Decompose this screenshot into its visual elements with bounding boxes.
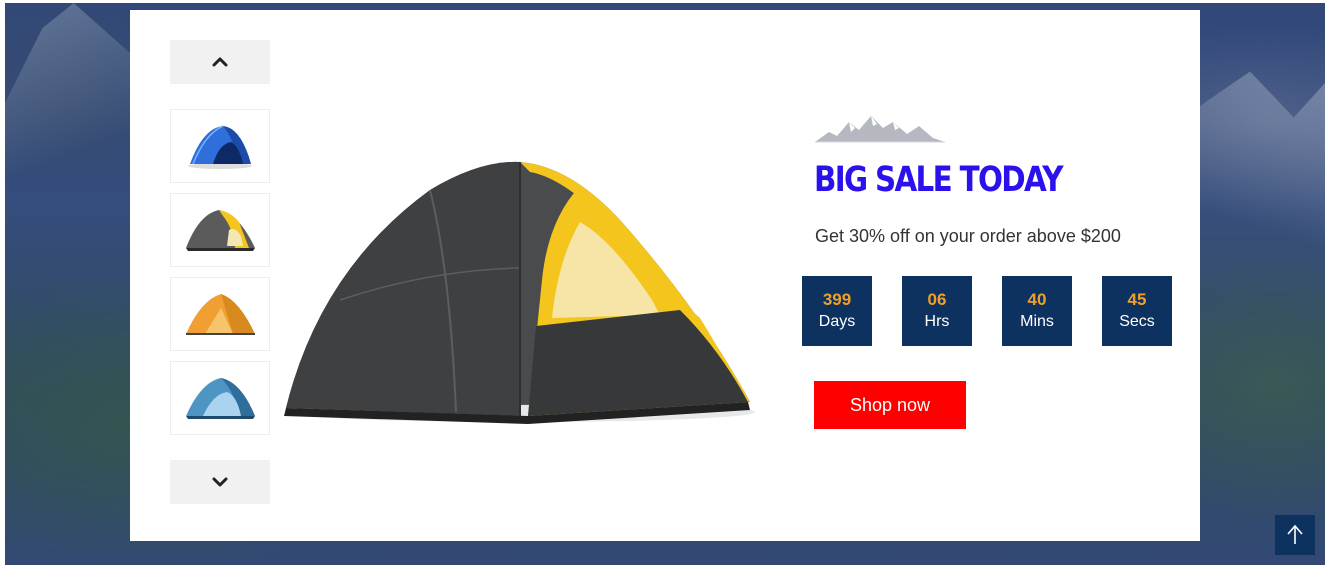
countdown-seconds: 45 Secs xyxy=(1102,276,1172,346)
thumbnail-gray-yellow-tent[interactable] xyxy=(170,193,270,267)
promo-subtitle: Get 30% off on your order above $200 xyxy=(815,226,1121,246)
arrow-up-icon xyxy=(1287,524,1303,544)
slider-prev-button[interactable] xyxy=(170,40,270,84)
orange-tent-icon xyxy=(186,294,255,335)
promo-title: BIG SALE TODAY xyxy=(814,160,1064,200)
thumbnail-light-blue-tent[interactable] xyxy=(170,361,270,435)
light-blue-tent-icon xyxy=(186,378,255,419)
blue-tent-icon xyxy=(188,125,252,169)
promo-card: BIG SALE TODAY Get 30% off on your order… xyxy=(130,10,1200,541)
countdown-minutes-label: Mins xyxy=(1020,313,1054,330)
chevron-down-icon xyxy=(212,477,228,487)
gray-yellow-tent-icon xyxy=(186,210,255,251)
countdown-days-label: Days xyxy=(818,313,856,330)
countdown-days: 399 Days xyxy=(802,276,872,346)
mountain-illustration xyxy=(815,116,945,143)
countdown-days-value: 399 xyxy=(822,290,852,309)
shop-now-button[interactable]: Shop now xyxy=(814,381,966,429)
back-to-top-button[interactable] xyxy=(1275,515,1315,555)
countdown-hours-value: 06 xyxy=(927,290,947,309)
countdown-seconds-label: Secs xyxy=(1119,313,1155,330)
countdown-hours-label: Hrs xyxy=(924,313,950,330)
countdown-seconds-value: 45 xyxy=(1127,290,1147,309)
thumbnail-orange-tent[interactable] xyxy=(170,277,270,351)
countdown-minutes-value: 40 xyxy=(1027,290,1047,309)
chevron-up-icon xyxy=(212,57,228,67)
thumbnail-blue-tent[interactable] xyxy=(170,109,270,183)
countdown-hours: 06 Hrs xyxy=(902,276,972,346)
main-product-image xyxy=(284,161,755,424)
countdown-minutes: 40 Mins xyxy=(1002,276,1072,346)
slider-next-button[interactable] xyxy=(170,460,270,504)
